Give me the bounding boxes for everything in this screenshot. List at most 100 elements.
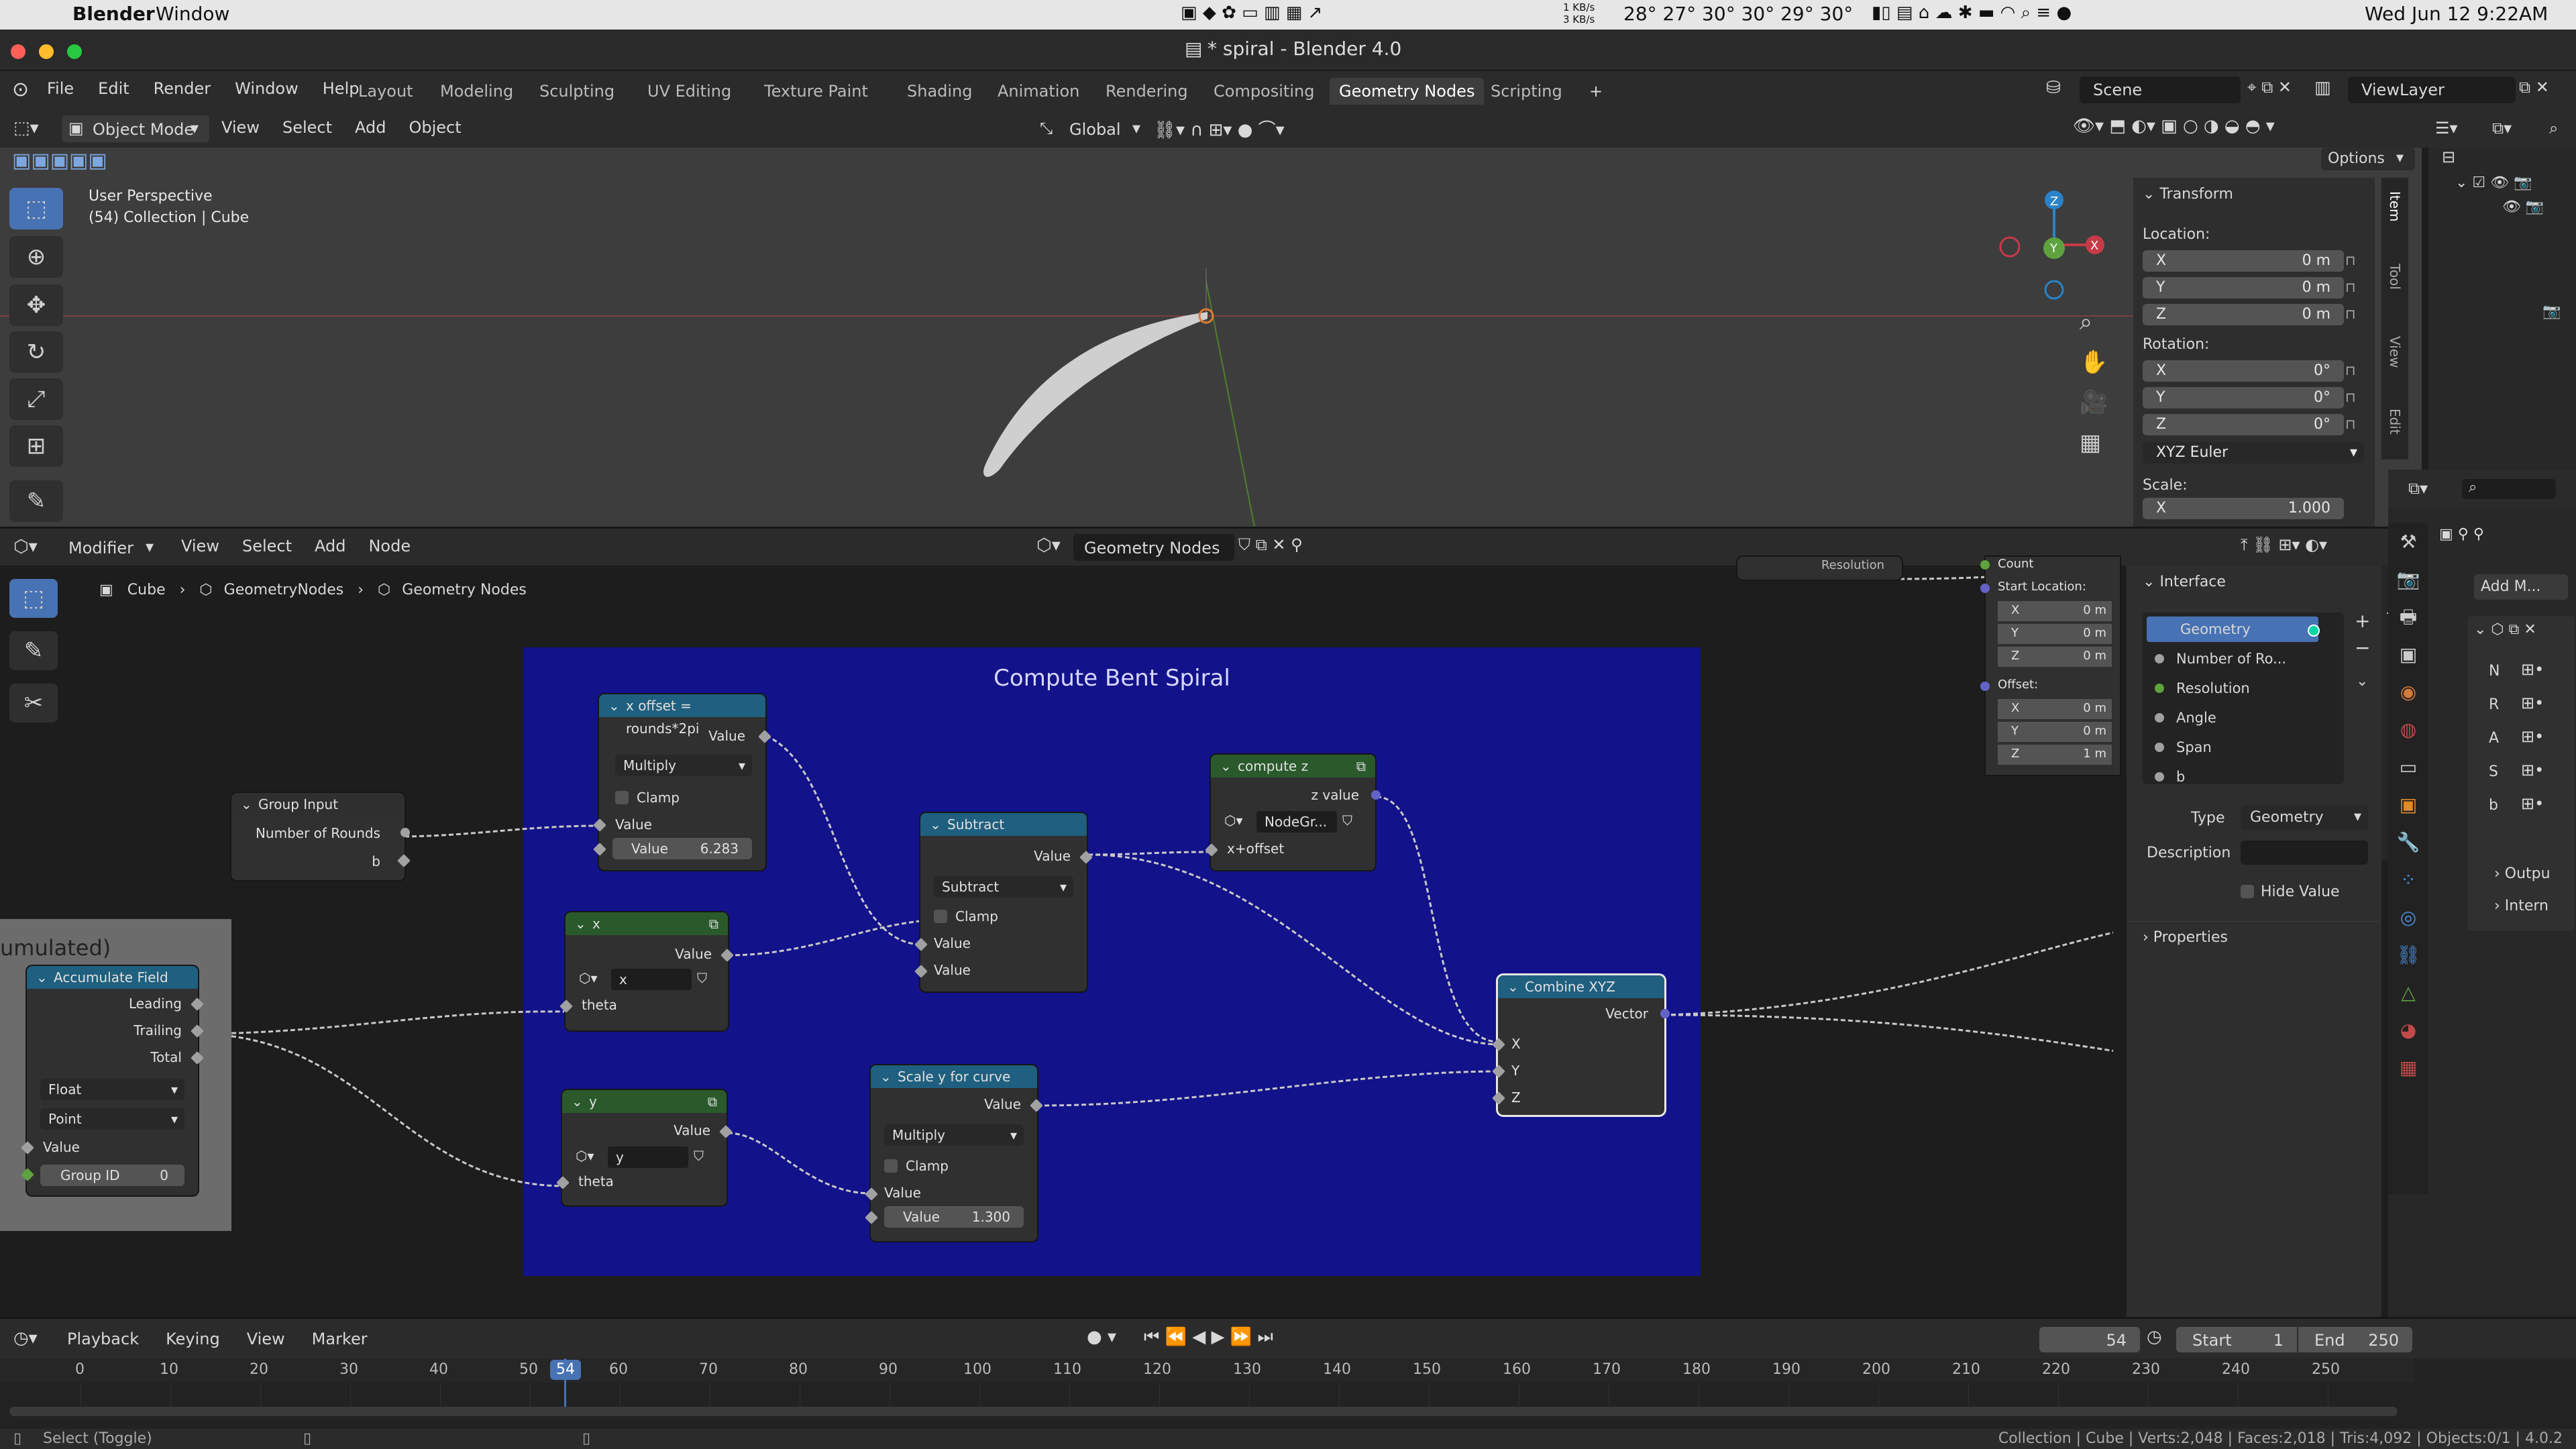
- annotate-tool-icon[interactable]: ✎: [9, 480, 63, 522]
- fake-user-icon[interactable]: ⛉: [1342, 812, 1352, 828]
- interface-socket-item[interactable]: Resolution: [2147, 676, 2334, 701]
- filter-icon[interactable]: ⊟: [2442, 148, 2455, 166]
- menu-select[interactable]: Select: [282, 118, 332, 137]
- data-type-select[interactable]: Float ▾: [40, 1079, 184, 1100]
- group-selector[interactable]: ⬡▾ x ⛉: [579, 969, 718, 990]
- sidebar-tab-edit[interactable]: Edit: [2387, 409, 2403, 435]
- math-multiply-node[interactable]: ⌄ x offset = rounds*2pi Value Multiply ▾ C…: [593, 694, 771, 870]
- data-tab-icon[interactable]: △: [2388, 974, 2428, 1012]
- tool-tab-icon[interactable]: ⚒: [2388, 523, 2428, 561]
- interface-socket-item[interactable]: Angle: [2147, 705, 2334, 731]
- menu-object[interactable]: Object: [409, 118, 461, 137]
- interface-socket-item[interactable]: Number of Ro...: [2147, 646, 2334, 672]
- group-selector[interactable]: ⬡▾ NodeGr... ⛉: [1224, 811, 1364, 833]
- node-tree-selector[interactable]: Geometry Nodes: [1073, 534, 1234, 561]
- attribute-toggle-icon[interactable]: ⊞•: [2521, 761, 2544, 780]
- rotation-x-field[interactable]: X 0°: [2143, 360, 2344, 382]
- collapse-icon[interactable]: ⌄: [608, 694, 620, 717]
- zoom-window-button[interactable]: [67, 44, 82, 59]
- group-input-node[interactable]: ⌄ Group Input Number of Rounds b: [231, 793, 411, 880]
- menu-marker[interactable]: Marker: [312, 1330, 368, 1348]
- scene-tab-icon[interactable]: ◉: [2388, 674, 2428, 711]
- vector-x-field[interactable]: X0 m: [1998, 699, 2112, 719]
- accumulate-field-node[interactable]: ⌄ Accumulate Field Leading Trailing Total…: [21, 966, 204, 1195]
- operation-select[interactable]: Multiply ▾: [884, 1124, 1024, 1146]
- input-socket[interactable]: [1980, 560, 1990, 570]
- y-group-node[interactable]: ⌄ y ⧉ Value ⬡▾ y ⛉ theta: [556, 1090, 733, 1205]
- tray-icons[interactable]: ▮▯ ▤ ⌂ ☁ ✱ ▬ ◠ ⌕ ≡ ●: [1872, 3, 2072, 23]
- group-selector[interactable]: ⬡▾ y ⛉: [576, 1146, 715, 1168]
- compute-z-group-node[interactable]: ⌄ compute z ⧉ z value ⬡▾ NodeGr... ⛉ x+off…: [1205, 755, 1381, 870]
- collapse-icon[interactable]: ⌄: [241, 793, 252, 816]
- vector-z-field[interactable]: Z1 m: [1998, 745, 2112, 765]
- lock-icon[interactable]: ⊓: [2345, 306, 2356, 322]
- viewport-shading-icons[interactable]: 👁▾ ⬒ ◐▾ ▣ ○ ◑ ◒ ◓ ▾: [2073, 116, 2275, 136]
- x-group-node[interactable]: ⌄ x ⧉ Value ⬡▾ x ⛉ theta: [559, 912, 734, 1030]
- sidebar-tab-view[interactable]: View: [2387, 336, 2403, 368]
- context-selector[interactable]: Modifier ▾: [62, 534, 162, 561]
- menu-view[interactable]: View: [247, 1330, 285, 1348]
- annotate-tool-icon[interactable]: ✎: [9, 631, 58, 670]
- window-menu[interactable]: Window: [156, 3, 229, 25]
- description-input[interactable]: [2241, 841, 2368, 865]
- lock-icon[interactable]: ⊓: [2345, 389, 2356, 405]
- collapse-icon[interactable]: ⌄: [575, 912, 586, 935]
- workspace-tab[interactable]: Layout: [349, 78, 423, 105]
- attribute-toggle-icon[interactable]: ⊞•: [2521, 794, 2544, 813]
- editor-type-icon[interactable]: ◷▾: [13, 1328, 38, 1348]
- menu-file[interactable]: File: [47, 79, 74, 98]
- vector-z-field[interactable]: Z0 m: [1998, 647, 2112, 667]
- spiral-mesh[interactable]: [983, 312, 1208, 477]
- add-workspace-button[interactable]: +: [1589, 78, 1603, 105]
- texture-tab-icon[interactable]: ▦: [2388, 1049, 2428, 1087]
- lock-icon[interactable]: ⊓: [2345, 362, 2356, 378]
- collapse-icon[interactable]: ⌄: [572, 1090, 583, 1113]
- output-socket[interactable]: [1660, 1009, 1670, 1018]
- add-modifier-button[interactable]: Add M...: [2474, 574, 2568, 600]
- menu-keying[interactable]: Keying: [166, 1330, 220, 1348]
- spiral-node-partial[interactable]: Count Start Location: X0 m Y0 m Z0 m Offse…: [1980, 557, 2120, 775]
- workspace-tab[interactable]: Geometry Nodes: [1330, 78, 1485, 105]
- collapse-icon[interactable]: ⌄: [880, 1065, 892, 1088]
- select-box-tool-icon[interactable]: ⬚: [9, 188, 63, 229]
- minimize-window-button[interactable]: [39, 44, 54, 59]
- menu-add[interactable]: Add: [315, 537, 345, 555]
- node-group-icon[interactable]: ⧉: [708, 1090, 717, 1113]
- particles-tab-icon[interactable]: ⁘: [2388, 861, 2428, 899]
- workspace-tab[interactable]: Animation: [988, 78, 1089, 105]
- current-frame-field[interactable]: 54: [2039, 1327, 2140, 1352]
- rotation-mode-select[interactable]: XYZ Euler ▾: [2143, 442, 2364, 464]
- physics-tab-icon[interactable]: ◎: [2388, 899, 2428, 936]
- clock[interactable]: Wed Jun 12 9:22AM: [2365, 3, 2548, 25]
- menu-view[interactable]: View: [221, 118, 260, 137]
- domain-select[interactable]: Point ▾: [40, 1108, 184, 1130]
- workspace-tab[interactable]: Rendering: [1096, 78, 1197, 105]
- location-x-field[interactable]: X0 m: [2143, 250, 2344, 272]
- transform-panel-title[interactable]: ⌄ Transform: [2143, 186, 2233, 203]
- select-tool-icon[interactable]: ⬚: [9, 579, 58, 618]
- sidebar-tab-tool[interactable]: Tool: [2387, 264, 2403, 290]
- location-y-field[interactable]: Y0 m: [2143, 277, 2344, 299]
- mode-selector[interactable]: ▣ Object Mode ▾: [62, 115, 209, 142]
- clamp-checkbox[interactable]: [934, 910, 947, 923]
- scene-icon[interactable]: ⛁: [2046, 78, 2061, 98]
- fake-user-icon[interactable]: ⛉: [697, 970, 707, 986]
- workspace-tab[interactable]: Scripting: [1481, 78, 1572, 105]
- keyframe-track[interactable]: [80, 1383, 2415, 1409]
- math-subtract-node[interactable]: ⌄ Subtract Value Subtract ▾ Clamp Value Va…: [914, 813, 1093, 991]
- collapse-icon[interactable]: ⌄: [1220, 755, 1232, 777]
- constraints-tab-icon[interactable]: ⛓: [2388, 936, 2428, 974]
- vector-y-field[interactable]: Y0 m: [1998, 722, 2112, 742]
- view-layer-actions-icon[interactable]: ⧉ ✕: [2519, 78, 2549, 97]
- timeline-scrollbar[interactable]: [9, 1407, 2398, 1416]
- node-overlay-icons[interactable]: ⤒ ⛓ ⊞▾ ◐▾: [2241, 535, 2327, 554]
- workspace-tab[interactable]: Compositing: [1204, 78, 1324, 105]
- collection-tab-icon[interactable]: ▭: [2388, 749, 2428, 786]
- lock-icon[interactable]: ⊓: [2345, 252, 2356, 268]
- attribute-toggle-icon[interactable]: ⊞•: [2521, 694, 2544, 712]
- menu-window[interactable]: Window: [235, 79, 299, 98]
- interface-socket-item[interactable]: Geometry: [2147, 616, 2320, 642]
- playhead-frame[interactable]: 54: [550, 1360, 581, 1380]
- hide-value-checkbox[interactable]: [2241, 885, 2254, 898]
- collapse-icon[interactable]: ⌄: [36, 966, 48, 989]
